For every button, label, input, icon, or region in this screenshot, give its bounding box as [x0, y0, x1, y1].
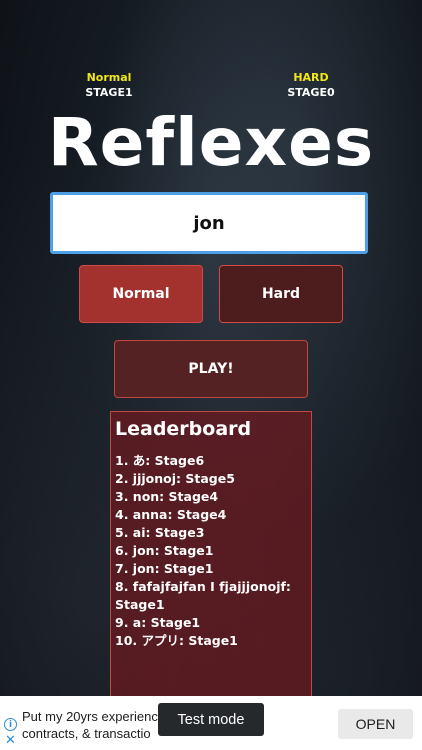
leaderboard-entry: 6. jon: Stage1 — [115, 543, 214, 558]
leaderboard-entry: 7. jon: Stage1 — [115, 561, 214, 576]
leaderboard-entry: 2. jjjonoj: Stage5 — [115, 471, 235, 486]
normal-mode-button[interactable]: Normal — [79, 265, 203, 323]
leaderboard-entry: 9. a: Stage1 — [115, 615, 201, 630]
hard-stage-label: STAGE0 — [287, 86, 335, 99]
play-button[interactable]: PLAY! — [114, 340, 308, 398]
hard-stage-indicator: HARD STAGE0 — [266, 70, 356, 100]
ad-open-label: OPEN — [355, 716, 396, 732]
leaderboard-title: Leaderboard — [115, 418, 252, 440]
play-button-label: PLAY! — [188, 361, 234, 377]
game-title: Reflexes — [47, 104, 375, 181]
player-name-input[interactable] — [50, 192, 368, 254]
leaderboard-entry: 8. fafajfajfan I fjajjjonojf: Stage1 — [115, 579, 291, 612]
hard-mode-button-label: Hard — [261, 286, 301, 302]
leaderboard-list: 1. あ: Stage6 2. jjjonoj: Stage5 3. non: … — [115, 452, 307, 650]
leaderboard-panel: Leaderboard 1. あ: Stage6 2. jjjonoj: Sta… — [110, 411, 312, 711]
leaderboard-entry: 10. アプリ: Stage1 — [115, 633, 238, 648]
leaderboard-entry: 4. anna: Stage4 — [115, 507, 227, 522]
ad-open-button[interactable]: OPEN — [338, 709, 413, 739]
leaderboard-entry: 3. non: Stage4 — [115, 489, 219, 504]
leaderboard-entry: 1. あ: Stage6 — [115, 453, 205, 468]
ad-close-icon[interactable]: ✕ — [4, 734, 17, 747]
hard-mode-label: HARD — [293, 71, 329, 84]
normal-mode-button-label: Normal — [112, 286, 170, 302]
normal-mode-label: Normal — [86, 71, 132, 84]
normal-stage-indicator: Normal STAGE1 — [64, 70, 154, 100]
test-mode-badge: Test mode — [158, 703, 264, 736]
hard-mode-button[interactable]: Hard — [219, 265, 343, 323]
leaderboard-entry: 5. ai: Stage3 — [115, 525, 205, 540]
test-mode-label: Test mode — [177, 711, 245, 728]
ad-info-icon[interactable]: i — [4, 718, 17, 731]
normal-stage-label: STAGE1 — [85, 86, 133, 99]
